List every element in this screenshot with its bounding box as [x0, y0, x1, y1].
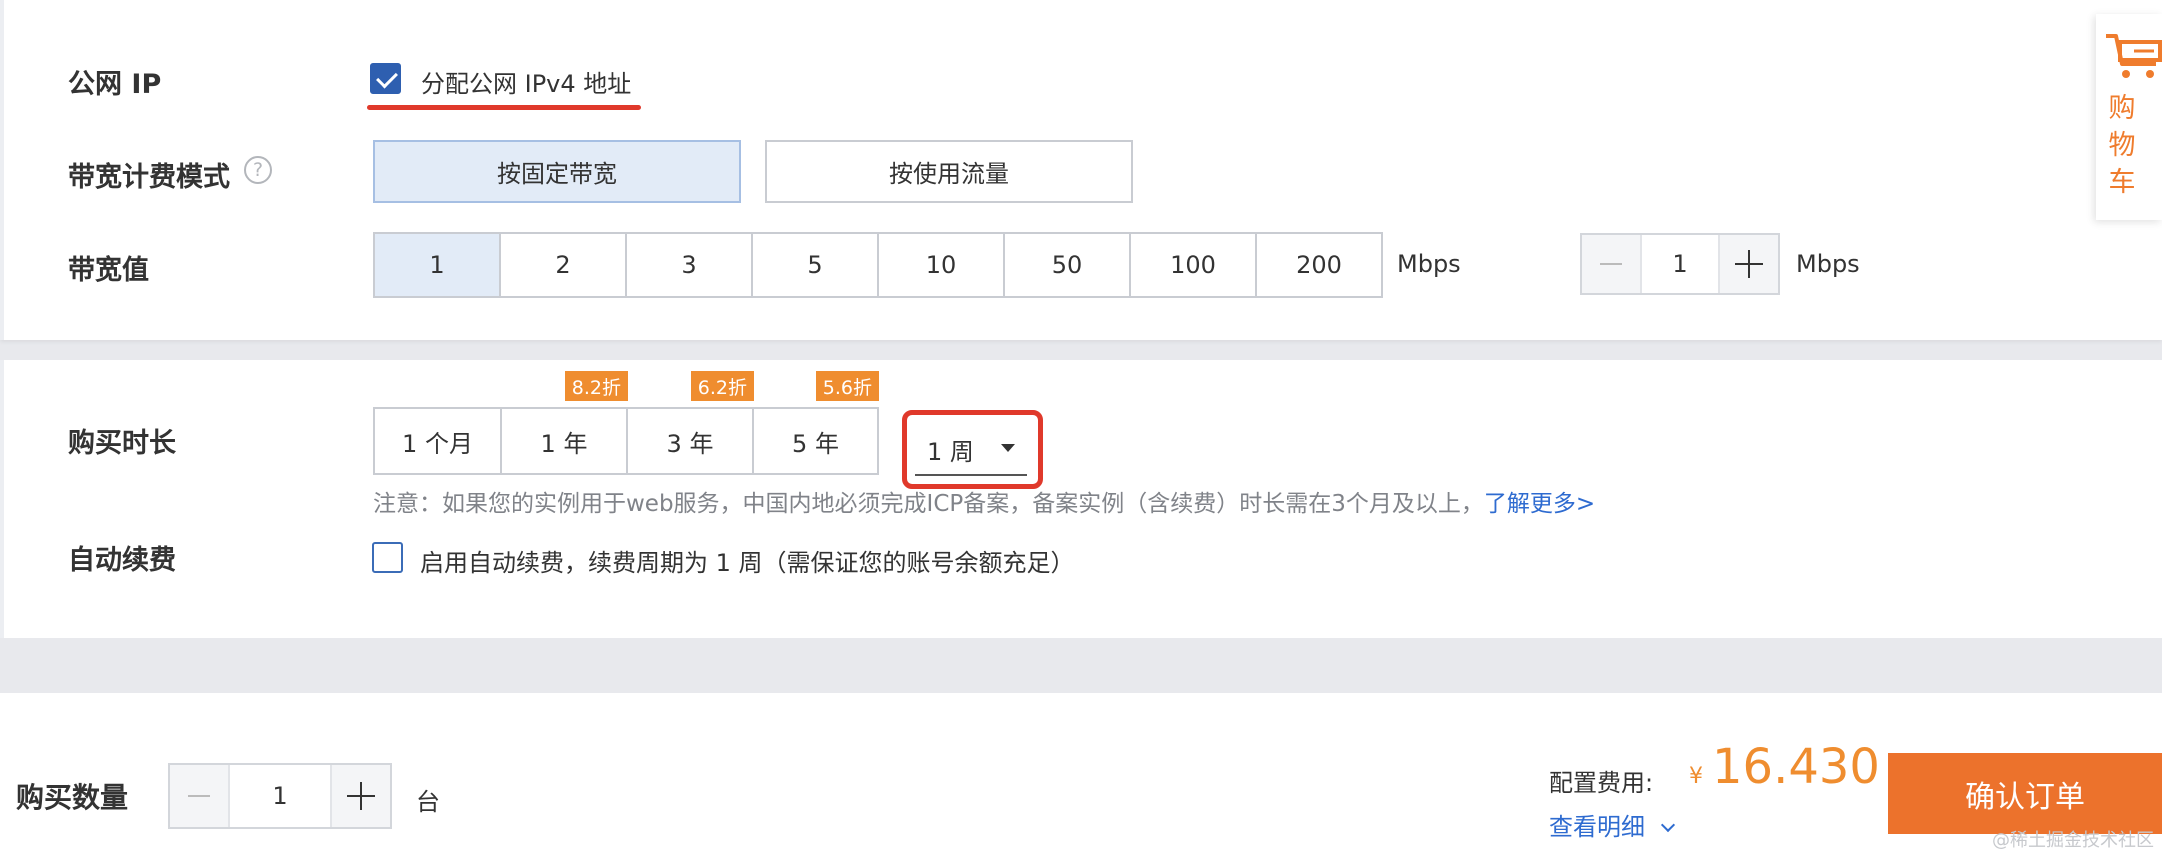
- auto-renew-checkbox[interactable]: [372, 542, 403, 573]
- bandwidth-option[interactable]: 2: [501, 234, 627, 296]
- duration-option[interactable]: 3 年 6.2折: [628, 371, 754, 473]
- bandwidth-option[interactable]: 10: [879, 234, 1005, 296]
- quantity-decrement-button[interactable]: [170, 765, 230, 827]
- billing-mode-label: 带宽计费模式: [68, 162, 230, 193]
- duration-option-label: 5 年: [792, 429, 839, 458]
- icp-notice: 注意：如果您的实例用于web服务，中国内地必须完成ICP备案，备案实例（含续费）…: [373, 484, 1595, 518]
- auto-renew-label: 自动续费: [68, 545, 176, 576]
- minus-icon: [188, 795, 210, 797]
- duration-label: 购买时长: [68, 428, 176, 459]
- bandwidth-unit: Mbps: [1397, 250, 1461, 278]
- bandwidth-option[interactable]: 100: [1131, 234, 1257, 296]
- cart-label: 购 物 车: [2108, 93, 2136, 198]
- bandwidth-option[interactable]: 1: [375, 234, 501, 296]
- duration-option[interactable]: 1 个月: [375, 409, 502, 473]
- quantity-label: 购买数量: [16, 781, 129, 814]
- duration-dropdown-value: 1 周: [927, 438, 974, 466]
- duration-option-label: 3 年: [666, 429, 714, 458]
- purchase-duration-panel: 购买时长 1 个月 1 年 8.2折 3 年 6.2折 5 年 5.6折 1 周 注意…: [0, 360, 2162, 638]
- billing-fixed-bandwidth-button[interactable]: 按固定带宽: [373, 140, 741, 203]
- billing-traffic-button[interactable]: 按使用流量: [765, 140, 1133, 203]
- duration-dropdown[interactable]: 1 周: [915, 420, 1027, 476]
- public-ip-checkbox[interactable]: [370, 63, 401, 94]
- currency-symbol: ¥: [1689, 764, 1703, 789]
- discount-badge: 6.2折: [690, 371, 754, 401]
- bandwidth-option[interactable]: 50: [1005, 234, 1131, 296]
- duration-option[interactable]: 5 年 5.6折: [754, 371, 879, 473]
- plus-icon: [1735, 250, 1763, 278]
- total-price: 16.430: [1712, 739, 1880, 795]
- order-footer: 购买数量 1 台 配置费用: ¥ 16.430 查看明细: [0, 693, 2162, 858]
- bandwidth-stepper-unit: Mbps: [1796, 250, 1860, 278]
- bandwidth-stepper-value[interactable]: 1: [1642, 235, 1718, 293]
- icp-notice-text: 注意：如果您的实例用于web服务，中国内地必须完成ICP备案，备案实例（含续费）…: [373, 491, 1484, 517]
- question-circle-icon[interactable]: ?: [244, 156, 272, 184]
- duration-option-label: 1 年: [540, 429, 588, 458]
- cart-icon: [2106, 34, 2162, 78]
- quantity-increment-button[interactable]: [330, 765, 390, 827]
- bandwidth-decrement-button[interactable]: [1582, 235, 1642, 293]
- view-details-label: 查看明细: [1549, 813, 1645, 841]
- bandwidth-label: 带宽值: [68, 255, 149, 286]
- quantity-stepper: 1: [168, 763, 392, 829]
- plus-icon: [347, 782, 375, 810]
- caret-down-icon: [1001, 444, 1015, 452]
- price-label: 配置费用:: [1549, 769, 1654, 797]
- learn-more-link[interactable]: 了解更多>: [1484, 491, 1595, 517]
- minus-icon: [1600, 263, 1622, 265]
- bandwidth-stepper: 1: [1580, 233, 1780, 295]
- confirm-order-button[interactable]: 确认订单: [1888, 753, 2162, 834]
- duration-option-label: 1 个月: [402, 429, 473, 458]
- view-details-link[interactable]: 查看明细: [1549, 807, 1675, 842]
- duration-option[interactable]: 1 年 8.2折: [502, 371, 628, 473]
- quantity-unit: 台: [416, 788, 440, 816]
- annotation-underline: [367, 105, 641, 110]
- bandwidth-option[interactable]: 5: [753, 234, 879, 296]
- duration-options: 1 个月 1 年 8.2折 3 年 6.2折 5 年 5.6折: [373, 371, 879, 475]
- bandwidth-increment-button[interactable]: [1718, 235, 1778, 293]
- shopping-cart-widget[interactable]: 购 物 车: [2096, 14, 2162, 220]
- public-ip-label: 公网 IP: [68, 69, 162, 100]
- public-ip-checkbox-label: 分配公网 IPv4 地址: [421, 70, 632, 98]
- bandwidth-options: 1 2 3 5 10 50 100 200: [373, 232, 1383, 298]
- bandwidth-option[interactable]: 3: [627, 234, 753, 296]
- network-settings-panel: 公网 IP 分配公网 IPv4 地址 带宽计费模式 ? 按固定带宽 按使用流量 …: [0, 0, 2162, 340]
- quantity-value[interactable]: 1: [230, 765, 330, 827]
- watermark: @稀土掘金技术社区: [1992, 830, 2154, 851]
- discount-badge: 8.2折: [564, 371, 628, 401]
- discount-badge: 5.6折: [815, 371, 879, 401]
- chevron-down-icon: [1660, 817, 1675, 833]
- bandwidth-option[interactable]: 200: [1257, 234, 1381, 296]
- auto-renew-checkbox-label: 启用自动续费，续费周期为 1 周（需保证您的账号余额充足）: [420, 549, 1075, 577]
